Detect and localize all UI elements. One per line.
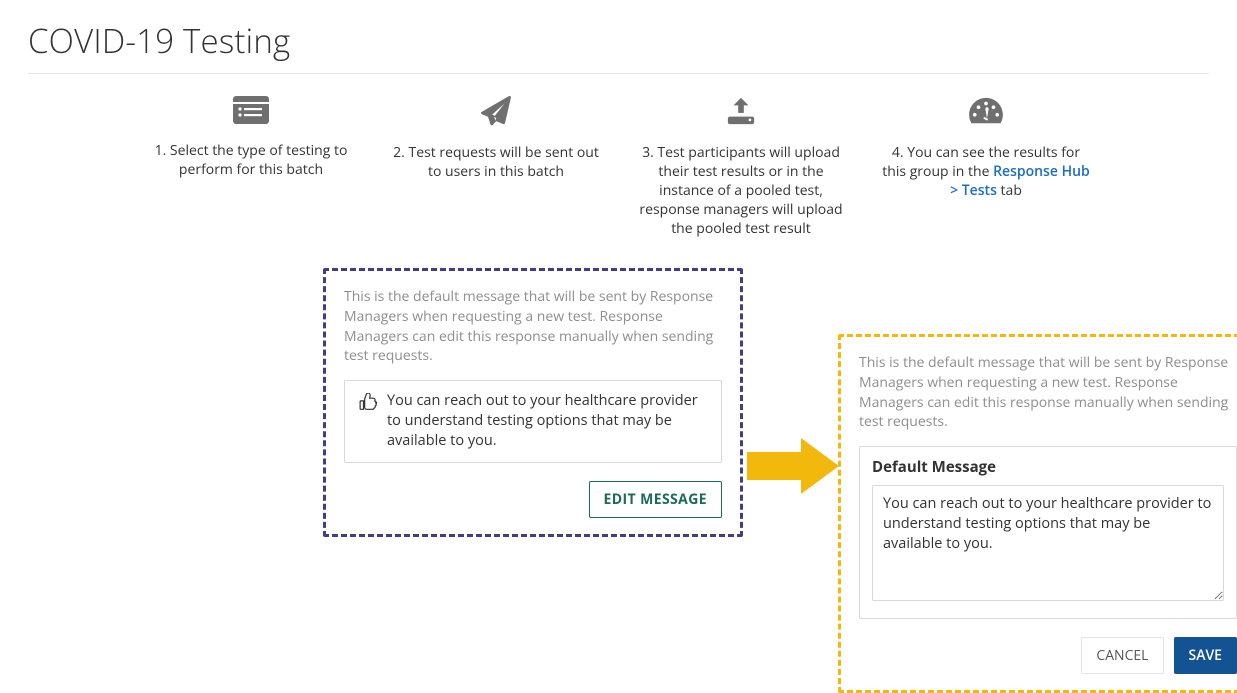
upload-icon: [635, 96, 848, 126]
step-2: 2. Test requests will be sent out to use…: [384, 96, 609, 238]
page-title: COVID-19 Testing: [28, 18, 1209, 63]
edit-message-panel: Default Message: [859, 446, 1237, 619]
cancel-button[interactable]: CANCEL: [1081, 637, 1163, 674]
step-1-text: 1. Select the type of testing to perform…: [145, 142, 358, 180]
steps-row: 1. Select the type of testing to perform…: [139, 96, 1099, 238]
default-message-edit-callout: This is the default message that will be…: [838, 334, 1237, 692]
arrow-icon: [747, 438, 839, 494]
lower-area: This is the default message that will be…: [28, 268, 1209, 648]
save-button[interactable]: SAVE: [1174, 637, 1237, 674]
list-card-icon: [145, 96, 358, 124]
paper-plane-icon: [390, 96, 603, 126]
edit-message-button[interactable]: EDIT MESSAGE: [589, 481, 722, 518]
step-3: 3. Test participants will upload their t…: [629, 96, 854, 238]
step-4: 4. You can see the results for this grou…: [874, 96, 1099, 238]
step-1: 1. Select the type of testing to perform…: [139, 96, 364, 238]
step-4-text: 4. You can see the results for this grou…: [880, 144, 1093, 201]
default-message-label: Default Message: [872, 457, 1224, 477]
default-message-box: You can reach out to your healthcare pro…: [344, 380, 722, 463]
default-message-preview-callout: This is the default message that will be…: [323, 268, 743, 536]
default-message-text: You can reach out to your healthcare pro…: [387, 391, 707, 452]
dashboard-gauge-icon: [880, 96, 1093, 126]
edit-description: This is the default message that will be…: [859, 353, 1237, 431]
thumbs-up-icon: [359, 393, 377, 417]
default-message-textarea[interactable]: [872, 485, 1224, 601]
divider: [28, 73, 1209, 74]
step-2-text: 2. Test requests will be sent out to use…: [390, 144, 603, 182]
step-3-text: 3. Test participants will upload their t…: [635, 144, 848, 238]
preview-description: This is the default message that will be…: [344, 287, 722, 365]
step-4-suffix: tab: [997, 181, 1022, 200]
